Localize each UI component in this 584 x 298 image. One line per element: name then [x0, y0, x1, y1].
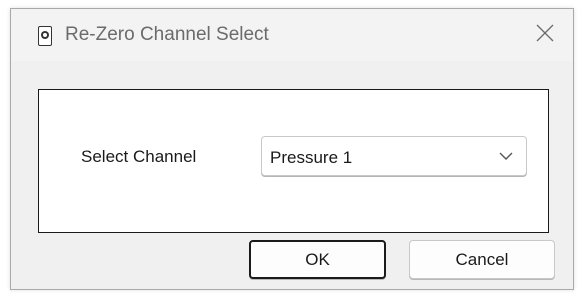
channel-select-value: Pressure 1	[270, 148, 353, 167]
cancel-button[interactable]: Cancel	[409, 240, 555, 279]
close-icon	[536, 24, 554, 42]
ok-button[interactable]: OK	[249, 240, 386, 279]
close-button[interactable]	[515, 9, 573, 59]
select-channel-label: Select Channel	[81, 147, 197, 166]
dialog-window: Re-Zero Channel Select Select Channel Pr…	[10, 8, 574, 290]
channel-panel: Select Channel Pressure 1	[38, 89, 549, 233]
device-icon	[38, 26, 52, 46]
title-bar[interactable]: Re-Zero Channel Select	[11, 9, 573, 61]
chevron-down-icon	[499, 152, 513, 160]
channel-select[interactable]: Pressure 1	[261, 136, 527, 176]
window-title: Re-Zero Channel Select	[65, 24, 269, 45]
